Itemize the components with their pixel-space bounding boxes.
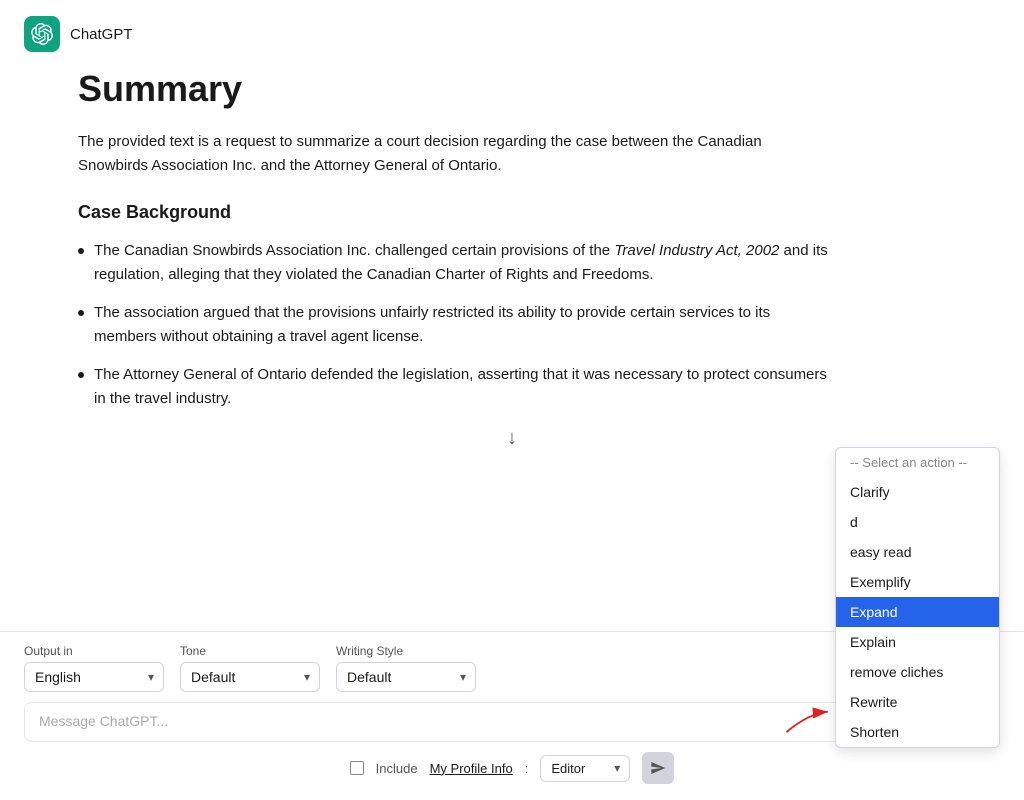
- bullet-dot: [78, 310, 84, 316]
- writing-style-group: Writing Style Default Academic Business …: [336, 644, 476, 692]
- output-in-group: Output in English French Spanish German …: [24, 644, 164, 692]
- include-label: Include: [376, 761, 418, 776]
- action-d[interactable]: d: [836, 507, 999, 537]
- message-placeholder: Message ChatGPT...: [39, 713, 168, 729]
- tone-label: Tone: [180, 644, 320, 658]
- bottom-toolbar: -- Select an action -- Clarify d easy re…: [0, 631, 1024, 800]
- writing-style-select[interactable]: Default Academic Business Creative: [336, 662, 476, 692]
- chatgpt-logo: [24, 16, 60, 52]
- app-name: ChatGPT: [70, 26, 133, 43]
- bottom-info-row: Include My Profile Info : Editor Viewer …: [24, 752, 1000, 788]
- include-profile-checkbox[interactable]: [350, 761, 364, 775]
- list-item: The association argued that the provisio…: [78, 301, 828, 349]
- page-title: Summary: [78, 68, 1000, 110]
- header: ChatGPT: [0, 0, 1024, 56]
- colon: :: [525, 761, 529, 776]
- my-profile-info-link[interactable]: My Profile Info: [430, 761, 513, 776]
- bullet-text-2: The association argued that the provisio…: [94, 301, 828, 349]
- action-dropdown[interactable]: -- Select an action -- Clarify d easy re…: [835, 447, 1000, 748]
- output-label: Output in: [24, 644, 164, 658]
- action-shorten[interactable]: Shorten: [836, 717, 999, 747]
- editor-select[interactable]: Editor Viewer Custom: [540, 755, 630, 782]
- case-background-heading: Case Background: [78, 202, 1000, 223]
- bullet-dot: [78, 248, 84, 254]
- writing-style-label: Writing Style: [336, 644, 476, 658]
- bullet-list: The Canadian Snowbirds Association Inc. …: [78, 239, 828, 411]
- list-item: The Attorney General of Ontario defended…: [78, 363, 828, 411]
- bullet-text-3: The Attorney General of Ontario defended…: [94, 363, 828, 411]
- tone-select-wrapper[interactable]: Default Formal Casual Professional ▾: [180, 662, 320, 692]
- action-easy-read[interactable]: easy read: [836, 537, 999, 567]
- action-expand[interactable]: Expand: [836, 597, 999, 627]
- action-exemplify[interactable]: Exemplify: [836, 567, 999, 597]
- tone-select[interactable]: Default Formal Casual Professional: [180, 662, 320, 692]
- submit-button[interactable]: [642, 752, 674, 784]
- include-profile-checkbox-wrapper[interactable]: [350, 761, 364, 775]
- tone-group: Tone Default Formal Casual Professional …: [180, 644, 320, 692]
- writing-style-select-wrapper[interactable]: Default Academic Business Creative ▾: [336, 662, 476, 692]
- action-remove-cliches[interactable]: remove cliches: [836, 657, 999, 687]
- output-select-wrapper[interactable]: English French Spanish German ▾: [24, 662, 164, 692]
- list-item: The Canadian Snowbirds Association Inc. …: [78, 239, 828, 287]
- action-clarify[interactable]: Clarify: [836, 477, 999, 507]
- submit-icon: [650, 760, 666, 776]
- editor-select-wrapper[interactable]: Editor Viewer Custom ▾: [540, 755, 630, 782]
- intro-text: The provided text is a request to summar…: [78, 130, 828, 178]
- bullet-text-1: The Canadian Snowbirds Association Inc. …: [94, 239, 828, 287]
- bullet-dot: [78, 372, 84, 378]
- chatgpt-logo-icon: [31, 23, 53, 45]
- action-explain[interactable]: Explain: [836, 627, 999, 657]
- output-select[interactable]: English French Spanish German: [24, 662, 164, 692]
- action-rewrite[interactable]: Rewrite: [836, 687, 999, 717]
- action-dropdown-placeholder: -- Select an action --: [836, 448, 999, 477]
